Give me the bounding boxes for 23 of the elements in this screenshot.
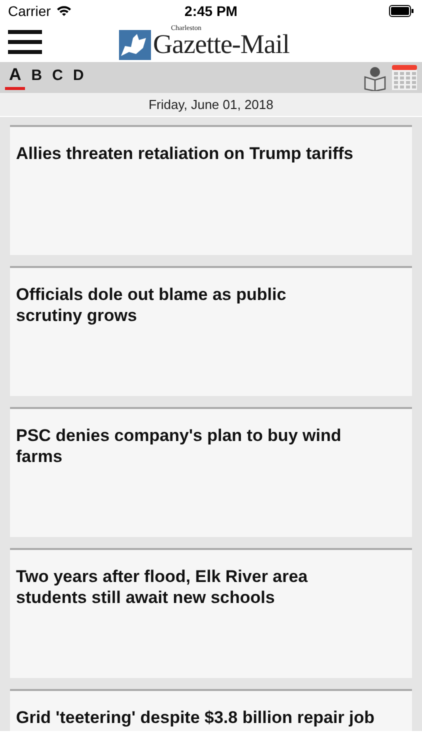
section-tab[interactable]: C [48,66,67,88]
section-tab[interactable]: B [27,66,46,88]
article-headline: PSC denies company's plan to buy wind farms [16,425,342,467]
date-label: Friday, June 01, 2018 [0,93,422,117]
calendar-icon[interactable] [392,65,417,90]
section-tab[interactable]: D [68,66,88,88]
article-headline: Allies threaten retaliation on Trump tariffs [16,143,354,164]
article-card[interactable]: PSC denies company's plan to buy wind farms [10,407,412,537]
article-card[interactable]: Allies threaten retaliation on Trump tariffs [10,125,412,255]
carrier-label: Carrier [8,3,51,19]
article-card[interactable]: Officials dole out blame as public scrutiny grows [10,266,412,396]
battery-icon [389,5,414,17]
article-headline: Officials dole out blame as public scrutiny grows [16,284,288,326]
logo-wordmark: Gazette-Mail [153,29,290,60]
article-card[interactable]: Grid 'teetering' despite $3.8 billion repair job [10,689,412,731]
menu-button[interactable] [8,30,42,54]
reader-icon[interactable] [362,64,388,90]
article-card[interactable]: Two years after flood, Elk River area students still await new schools [10,548,412,678]
status-time: 2:45 PM [184,3,238,19]
wifi-icon [56,5,72,17]
article-headline: Grid 'teetering' despite $3.8 billion repair job [16,707,376,728]
article-headline: Two years after flood, Elk River area students still await new schools [16,566,309,608]
section-tab[interactable]: A [5,65,26,90]
